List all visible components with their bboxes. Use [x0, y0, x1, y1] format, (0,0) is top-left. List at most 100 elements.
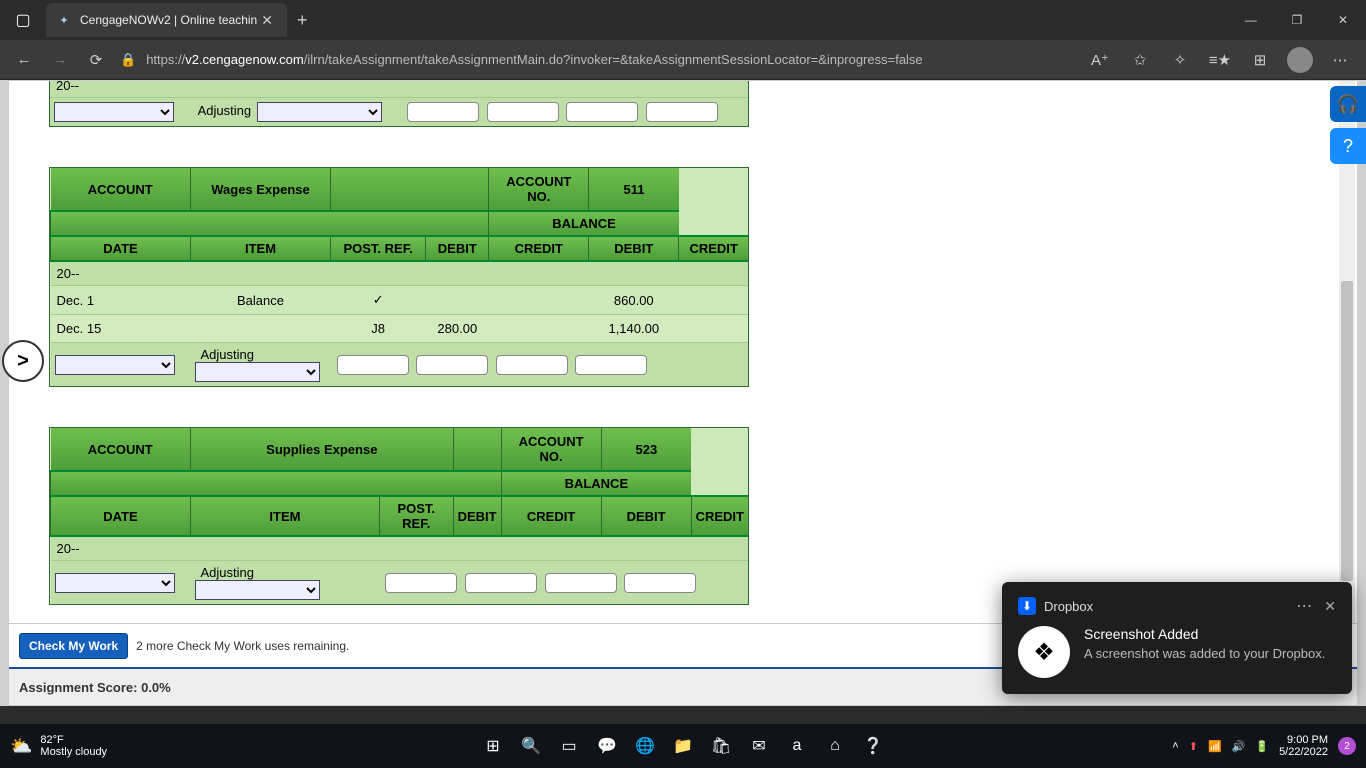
postref-select[interactable] [195, 580, 320, 600]
year-label: 20-- [50, 80, 748, 98]
extensions-icon[interactable]: ✧ [1160, 42, 1200, 78]
close-window-button[interactable]: ✕ [1320, 0, 1366, 40]
support-icon[interactable]: 🎧 [1330, 86, 1366, 122]
weather-temp: 82°F [40, 734, 107, 746]
weather-widget[interactable]: ⛅ 82°F Mostly cloudy [0, 734, 117, 758]
maximize-button[interactable]: ❐ [1274, 0, 1320, 40]
clock[interactable]: 9:00 PM 5/22/2022 [1279, 734, 1328, 758]
toast-more-icon[interactable]: ⋯ [1296, 596, 1312, 616]
refresh-button[interactable]: ⟳ [78, 42, 114, 78]
col-debit: DEBIT [426, 236, 489, 261]
address-bar[interactable]: 🔒 https://v2.cengagenow.com/ilrn/takeAss… [114, 52, 1080, 68]
expand-sidebar-button[interactable]: > [2, 340, 44, 382]
col-bal-credit: CREDIT [691, 496, 748, 536]
read-aloud-icon[interactable]: A⁺ [1080, 42, 1120, 78]
postref-select[interactable] [195, 362, 320, 382]
clock-time: 9:00 PM [1279, 734, 1328, 746]
volume-icon[interactable]: 🔊 [1232, 740, 1246, 753]
edge-icon[interactable]: 🌐 [630, 731, 660, 761]
adjusting-label: Adjusting [192, 103, 257, 118]
col-item: ITEM [191, 236, 331, 261]
profile-avatar[interactable] [1280, 42, 1320, 78]
date-select[interactable] [55, 573, 175, 593]
home-icon[interactable]: ⌂ [820, 731, 850, 761]
row-debit: 280.00 [426, 315, 489, 343]
tab-actions-icon[interactable]: ▢ [6, 3, 40, 37]
year-label: 20-- [51, 261, 749, 286]
col-debit: DEBIT [453, 496, 501, 536]
account-no-heading: ACCOUNT NO. [489, 168, 589, 211]
toast-app-name: Dropbox [1044, 599, 1296, 614]
col-item: ITEM [191, 496, 380, 536]
col-credit: CREDIT [489, 236, 589, 261]
adjusting-label: Adjusting [195, 347, 260, 362]
bal-debit-input[interactable] [496, 355, 568, 375]
tray-chevron-icon[interactable]: ˄ [1172, 740, 1178, 752]
debit-input[interactable] [385, 573, 457, 593]
bal-credit-input[interactable] [575, 355, 647, 375]
tab-close-icon[interactable]: ✕ [257, 12, 277, 29]
bal-debit-input[interactable] [545, 573, 617, 593]
date-select[interactable] [55, 355, 175, 375]
favicon-icon: ✦ [56, 12, 72, 28]
onedrive-icon[interactable]: ⬆ [1189, 740, 1198, 753]
debit-input[interactable] [337, 355, 409, 375]
collections-icon[interactable]: ⊞ [1240, 42, 1280, 78]
debit-input[interactable] [407, 102, 479, 122]
help-icon[interactable]: ? [1330, 128, 1366, 164]
start-button[interactable]: ⊞ [478, 731, 508, 761]
forward-button[interactable]: → [42, 42, 78, 78]
lock-icon: 🔒 [120, 52, 136, 68]
account-name: Wages Expense [191, 168, 331, 211]
mail-icon[interactable]: ✉ [744, 731, 774, 761]
task-view-icon[interactable]: ▭ [554, 731, 584, 761]
back-button[interactable]: ← [6, 42, 42, 78]
toast-close-icon[interactable]: ✕ [1324, 598, 1336, 615]
wifi-icon[interactable]: 📶 [1208, 740, 1222, 753]
dropbox-notification: ⬇ Dropbox ⋯ ✕ ❖ Screenshot Added A scree… [1002, 582, 1352, 694]
account-no-value: 511 [589, 168, 679, 211]
file-explorer-icon[interactable]: 📁 [668, 731, 698, 761]
balance-heading: BALANCE [489, 211, 679, 236]
row-bal-debit: 1,140.00 [589, 315, 679, 343]
url-path: /ilrn/takeAssignment/takeAssignmentMain.… [304, 52, 923, 67]
store-icon[interactable]: 🛍 [706, 731, 736, 761]
col-credit: CREDIT [501, 496, 601, 536]
credit-input[interactable] [416, 355, 488, 375]
more-icon[interactable]: ⋯ [1320, 42, 1360, 78]
scrollbar-thumb[interactable] [1341, 281, 1353, 581]
balance-heading: BALANCE [501, 471, 691, 496]
ledger-supplies-expense: ACCOUNT Supplies Expense ACCOUNT NO. 523… [49, 427, 749, 605]
browser-tab[interactable]: ✦ CengageNOWv2 | Online teachin ✕ [46, 3, 287, 37]
battery-icon[interactable]: 🔋 [1255, 740, 1269, 753]
row-bal-credit [679, 286, 748, 315]
credit-input[interactable] [487, 102, 559, 122]
new-tab-button[interactable]: + [287, 10, 318, 31]
date-select[interactable] [54, 102, 174, 122]
favorite-icon[interactable]: ✩ [1120, 42, 1160, 78]
ledger-partial: 20-- Adjusting [49, 80, 749, 127]
amazon-icon[interactable]: a [782, 731, 812, 761]
clock-date: 5/22/2022 [1279, 746, 1328, 758]
credit-input[interactable] [465, 573, 537, 593]
bal-debit-input[interactable] [566, 102, 638, 122]
bal-credit-input[interactable] [624, 573, 696, 593]
postref-select[interactable] [257, 102, 382, 122]
bal-credit-input[interactable] [646, 102, 718, 122]
help-tips-icon[interactable]: ❔ [858, 731, 888, 761]
minimize-button[interactable]: — [1228, 0, 1274, 40]
favorites-bar-icon[interactable]: ≡★ [1200, 42, 1240, 78]
account-no-heading: ACCOUNT NO. [501, 428, 601, 471]
uses-remaining-label: 2 more Check My Work uses remaining. [136, 639, 349, 653]
col-date: DATE [51, 496, 191, 536]
row-bal-credit [679, 315, 748, 343]
assignment-score-label: Assignment Score: 0.0% [19, 680, 171, 695]
col-bal-debit: DEBIT [601, 496, 691, 536]
notification-badge[interactable]: 2 [1338, 737, 1356, 755]
col-postref: POST. REF. [379, 496, 453, 536]
chat-icon[interactable]: 💬 [592, 731, 622, 761]
check-my-work-button[interactable]: Check My Work [19, 633, 128, 659]
row-debit [426, 286, 489, 315]
search-icon[interactable]: 🔍 [516, 731, 546, 761]
row-bal-debit: 860.00 [589, 286, 679, 315]
